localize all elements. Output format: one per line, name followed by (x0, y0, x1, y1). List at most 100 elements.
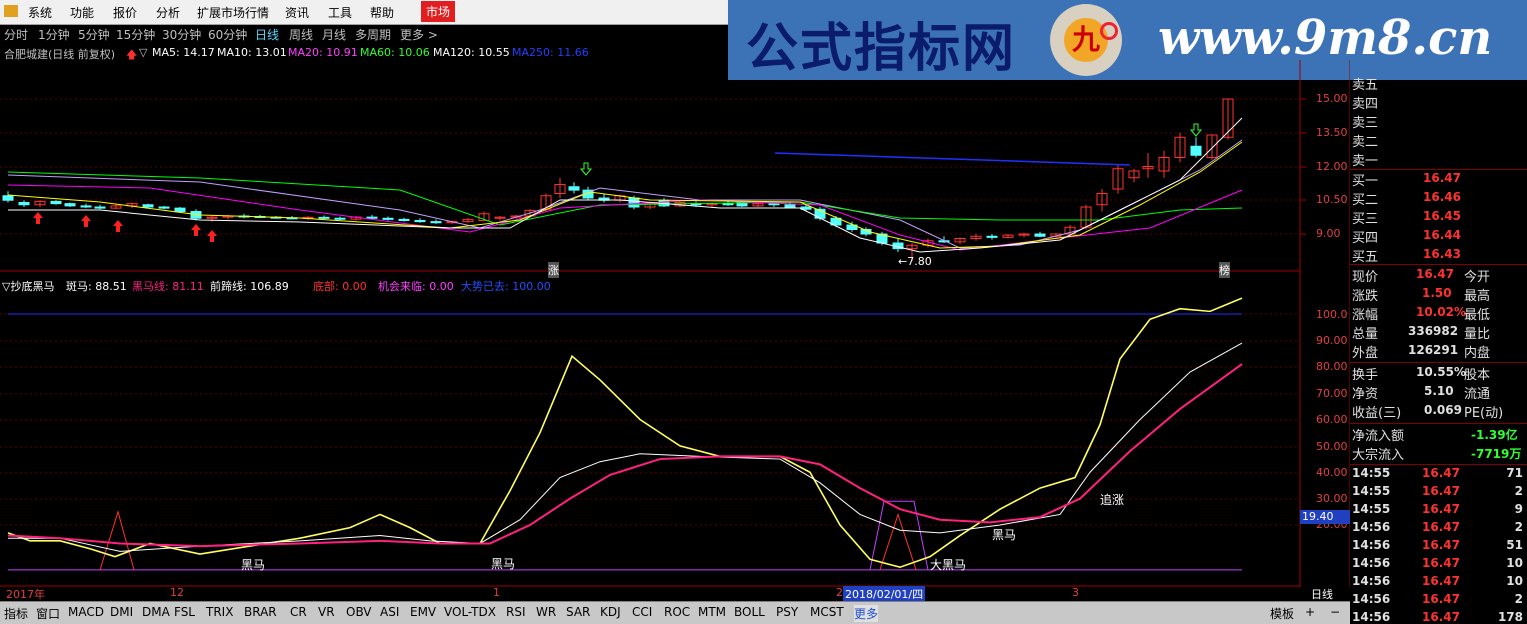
stat-label-6: 换手 (1352, 368, 1379, 383)
menu-tools[interactable]: 工具 (328, 4, 352, 21)
minus-button[interactable]: − (1330, 605, 1340, 619)
tab-sar[interactable]: SAR (566, 605, 590, 619)
stat-label2-8: PE(动) (1464, 406, 1504, 421)
add-button[interactable]: + (1305, 605, 1315, 619)
chart-canvas[interactable] (0, 60, 1350, 587)
sell-level-1[interactable]: 卖一 (1352, 150, 1378, 169)
buy-level-4[interactable]: 买四 (1352, 227, 1378, 246)
candle-body (80, 205, 92, 208)
tab-cr[interactable]: CR (290, 605, 307, 619)
ind-tick-60: 60.00 (1316, 413, 1348, 426)
menu-help[interactable]: 帮助 (370, 4, 394, 21)
candle-body (414, 220, 426, 223)
buy-price-3: 16.45 (1423, 209, 1461, 223)
tick-volume: 71 (1506, 466, 1523, 480)
sell-level-3[interactable]: 卖三 (1352, 112, 1378, 131)
period-more[interactable]: 更多 > (400, 26, 438, 43)
buy-level-1[interactable]: 买一 (1352, 170, 1378, 189)
tab-mcst[interactable]: MCST (810, 605, 844, 619)
sell-level-4[interactable]: 卖四 (1352, 93, 1378, 112)
date-2017: 2017年 (6, 588, 45, 601)
period-60min[interactable]: 60分钟 (208, 26, 247, 43)
price-tick-9: 9.00 (1316, 227, 1341, 240)
tab-wr[interactable]: WR (536, 605, 556, 619)
candle-body (64, 203, 76, 207)
tick-time: 14:55 (1352, 484, 1391, 498)
zebra-line (7, 297, 1243, 569)
ma120-label: MA120: 10.55 (433, 46, 510, 59)
stat-label2-6: 股本 (1464, 368, 1491, 383)
candle-body (1034, 233, 1046, 237)
buy-signal-icon (191, 224, 201, 236)
candle-body (722, 203, 734, 206)
buy-level-5[interactable]: 买五 (1352, 246, 1378, 265)
tab-roc[interactable]: ROC (664, 605, 690, 619)
menu-analysis[interactable]: 分析 (156, 4, 180, 21)
tick-price: 16.47 (1422, 484, 1460, 498)
tab-indicator[interactable]: 指标 (4, 605, 28, 622)
tab-boll[interactable]: BOLL (734, 605, 765, 619)
tick-price: 16.47 (1422, 592, 1460, 606)
black-horse-line (7, 363, 1243, 548)
tab-brar[interactable]: BRAR (244, 605, 277, 619)
cursor-date: 2018/02/01/四 (843, 586, 926, 602)
tick-price: 16.47 (1422, 610, 1460, 624)
period-1min[interactable]: 1分钟 (38, 26, 70, 43)
candle-body (94, 206, 106, 209)
tick-time: 14:56 (1352, 574, 1391, 588)
stat-label2-3: 最低 (1464, 308, 1491, 323)
tab-obv[interactable]: OBV (346, 605, 372, 619)
tab-dma[interactable]: DMA (142, 605, 170, 619)
price-tick-12: 12.00 (1316, 160, 1348, 173)
tab-trix[interactable]: TRIX (206, 605, 233, 619)
buy-level-2[interactable]: 买二 (1352, 189, 1378, 208)
tab-voltdx[interactable]: VOL-TDX (444, 605, 496, 619)
low-price-label: ←7.80 (898, 255, 932, 268)
menu-function[interactable]: 功能 (70, 4, 94, 21)
sell-signal-icon (579, 162, 593, 176)
stat-label2-1: 今开 (1464, 270, 1491, 285)
tab-psy[interactable]: PSY (776, 605, 798, 619)
period-5min[interactable]: 5分钟 (78, 26, 110, 43)
tab-window[interactable]: 窗口 (36, 605, 60, 622)
stat-label2-7: 流通 (1464, 387, 1491, 402)
period-daily[interactable]: 日线 (255, 26, 279, 43)
menu-news[interactable]: 资讯 (285, 4, 309, 21)
tick-price: 16.47 (1422, 574, 1460, 588)
tab-dmi[interactable]: DMI (110, 605, 133, 619)
panel-divider (1350, 362, 1527, 363)
menu-quote[interactable]: 报价 (113, 4, 137, 21)
sell-level-5[interactable]: 卖五 (1352, 74, 1378, 93)
market-button[interactable]: 市场 (421, 1, 456, 22)
period-30min[interactable]: 30分钟 (162, 26, 201, 43)
tab-mtm[interactable]: MTM (698, 605, 726, 619)
candle-body (628, 197, 640, 208)
period-15min[interactable]: 15分钟 (116, 26, 155, 43)
panel-divider (1350, 464, 1527, 465)
stat-label2-5: 内盘 (1464, 346, 1491, 361)
ma250-label: MA250: 11.66 (512, 46, 589, 59)
tab-vr[interactable]: VR (318, 605, 335, 619)
template-button[interactable]: 模板 (1270, 605, 1294, 622)
period-monthly[interactable]: 月线 (322, 26, 346, 43)
candle-body (174, 207, 186, 212)
tab-macd[interactable]: MACD (68, 605, 104, 619)
menu-system[interactable]: 系统 (28, 4, 52, 21)
sell-level-2[interactable]: 卖二 (1352, 131, 1378, 150)
menu-extended-market[interactable]: 扩展市场行情 (197, 4, 269, 21)
tab-rsi[interactable]: RSI (506, 605, 526, 619)
candle-body (568, 186, 580, 191)
period-weekly[interactable]: 周线 (289, 26, 313, 43)
tab-cci[interactable]: CCI (632, 605, 652, 619)
tab-more[interactable]: 更多 (854, 605, 879, 622)
tab-asi[interactable]: ASI (380, 605, 399, 619)
bang-mark: 榜 (1219, 262, 1230, 278)
tab-fsl[interactable]: FSL (174, 605, 195, 619)
period-multi[interactable]: 多周期 (355, 26, 391, 43)
buy-level-3[interactable]: 买三 (1352, 208, 1378, 227)
period-intraday[interactable]: 分时 (4, 26, 28, 43)
stat-value-7: 5.10 (1424, 384, 1454, 398)
panel-divider (1350, 264, 1527, 265)
tab-emv[interactable]: EMV (410, 605, 436, 619)
tab-kdj[interactable]: KDJ (600, 605, 621, 619)
